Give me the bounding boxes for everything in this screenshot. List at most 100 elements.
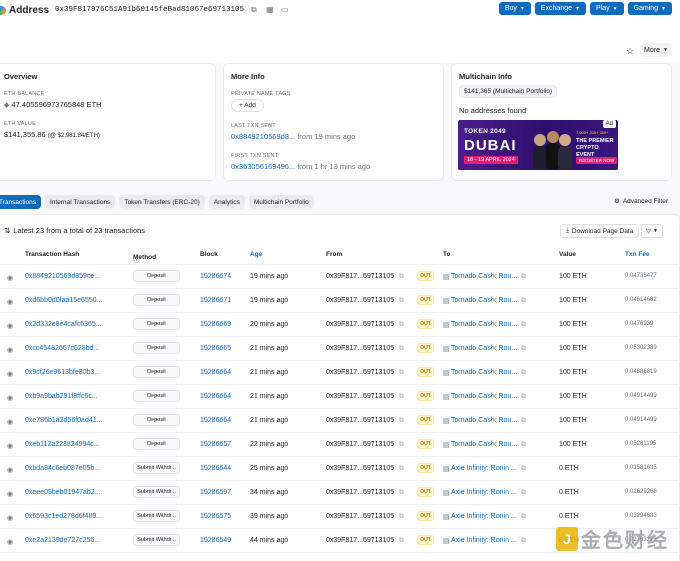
copy-icon[interactable]: ⧉ [521,297,526,305]
txn-hash-link[interactable]: 0xeb112a223824994c... [25,441,100,448]
copy-icon[interactable]: ⧉ [399,489,404,497]
first-txn-hash-link[interactable]: 0x363056169496... [231,162,295,171]
tab-transactions[interactable]: Transactions [0,195,41,209]
from-address[interactable]: 0x39F817...69713105 [326,417,394,424]
play-button[interactable]: Play ▼ [589,2,624,15]
multichain-portfolio-badge[interactable]: $141,365 (Multichain Portfolio) [459,85,558,98]
exchange-button[interactable]: Exchange ▼ [534,2,586,15]
copy-icon[interactable]: ⧉ [399,513,404,521]
eye-icon[interactable]: ◉ [7,346,13,354]
copy-icon[interactable]: ⧉ [521,537,526,545]
block-link[interactable]: 19286674 [200,273,231,280]
eye-icon[interactable]: ◉ [7,298,13,306]
txn-hash-link[interactable]: 0xd6bb0d0faa15e6550... [25,297,102,304]
copy-icon[interactable]: ⧉ [399,345,404,353]
block-link[interactable]: 19286664 [200,369,231,376]
copy-icon[interactable]: ⧉ [399,441,404,449]
to-address-link[interactable]: Tornado.Cash: Rou... [451,369,517,376]
copy-icon[interactable]: ⧉ [521,393,526,401]
copy-icon[interactable]: ⧉ [521,273,526,281]
eye-icon[interactable]: ◉ [7,442,13,450]
to-address-link[interactable]: Axie Infinity: Ronin ... [451,465,517,472]
copy-icon[interactable]: ⧉ [399,537,404,545]
copy-icon[interactable]: ⧉ [251,6,259,14]
block-link[interactable]: 19286597 [200,489,231,496]
copy-icon[interactable]: ⧉ [399,369,404,377]
txn-hash-link[interactable]: 0x6593c1ed278d6f489... [25,513,102,520]
block-link[interactable]: 19286549 [200,537,231,544]
buy-button[interactable]: Buy ▼ [498,2,531,15]
to-address-link[interactable]: Tornado.Cash: Rou... [451,273,517,280]
copy-icon[interactable]: ⧉ [399,321,404,329]
block-link[interactable]: 19286665 [200,345,231,352]
register-now-button[interactable]: REGISTER NOW [576,157,618,164]
from-address[interactable]: 0x39F817...69713105 [326,465,394,472]
eye-icon[interactable]: ◉ [7,274,13,282]
token2049-ad-banner[interactable]: Ad TOKEN 2049 DUBAI 18 - 19 APRIL 2024 7… [458,120,618,170]
advanced-filter-button[interactable]: ⚙ Advanced Filter [614,197,668,206]
from-address[interactable]: 0x39F817...69713105 [326,273,394,280]
eye-icon[interactable]: ◉ [7,370,13,378]
star-icon[interactable]: ☆ [626,46,634,57]
copy-icon[interactable]: ⧉ [399,465,404,473]
txn-hash-link[interactable]: 0x8849210569d859ce... [25,273,100,280]
to-address-link[interactable]: Tornado.Cash: Rou... [451,441,517,448]
eye-icon[interactable]: ◉ [7,322,13,330]
tab-internal-transactions[interactable]: Internal Transactions [44,195,116,209]
eye-icon[interactable]: ◉ [7,418,13,426]
block-link[interactable]: 19286669 [200,321,231,328]
table-filter-button[interactable]: ▽ ▼ [641,224,663,238]
eye-icon[interactable]: ◉ [7,394,13,402]
txn-hash-link[interactable]: 0xb9a9bab291f8ffc6c... [25,393,98,400]
copy-icon[interactable]: ⧉ [399,393,404,401]
download-page-data-button[interactable]: ⤓ Download Page Data [560,224,640,238]
txn-hash-link[interactable]: 0xeee05beb01947ab2... [25,489,101,496]
to-address-link[interactable]: Tornado.Cash: Rou... [451,417,517,424]
to-address-link[interactable]: Tornado.Cash: Rou... [451,393,517,400]
block-link[interactable]: 19286657 [200,441,231,448]
copy-icon[interactable]: ⧉ [521,513,526,521]
txn-hash-link[interactable]: 0x9cf26e9613bfe80b3... [25,369,100,376]
from-address[interactable]: 0x39F817...69713105 [326,297,394,304]
tab-token-transfers[interactable]: Token Transfers (ERC-20) [119,195,205,209]
col-txn-fee[interactable]: Txn Fee [625,251,650,258]
gaming-button[interactable]: Gaming ▼ [627,2,672,15]
copy-icon[interactable]: ⧉ [521,441,526,449]
tab-analytics[interactable]: Analytics [208,195,245,209]
txn-hash-link[interactable]: 0xcc45482667c628bd... [25,345,99,352]
copy-icon[interactable]: ⧉ [521,417,526,425]
txn-hash-link[interactable]: 0x2d332e8e4cafc6365... [25,321,102,328]
block-link[interactable]: 19286575 [200,513,231,520]
from-address[interactable]: 0x39F817...69713105 [326,489,394,496]
copy-icon[interactable]: ⧉ [399,273,404,281]
from-address[interactable]: 0x39F817...69713105 [326,537,394,544]
from-address[interactable]: 0x39F817...69713105 [326,369,394,376]
eye-icon[interactable]: ◉ [7,538,13,546]
more-button[interactable]: More ▼ [640,43,672,57]
comment-icon[interactable]: ▭ [281,6,289,14]
from-address[interactable]: 0x39F817...69713105 [326,393,394,400]
eye-icon[interactable]: ◉ [7,490,13,498]
from-address[interactable]: 0x39F817...69713105 [326,321,394,328]
txn-hash-link[interactable]: 0xbda84c6eb087e05b... [25,465,100,472]
copy-icon[interactable]: ⧉ [521,321,526,329]
to-address-link[interactable]: Axie Infinity: Ronin ... [451,489,517,496]
from-address[interactable]: 0x39F817...69713105 [326,513,394,520]
to-address-link[interactable]: Axie Infinity: Ronin ... [451,537,517,544]
to-address-link[interactable]: Tornado.Cash: Rou... [451,321,517,328]
col-age[interactable]: Age [250,251,262,258]
copy-icon[interactable]: ⧉ [521,465,526,473]
block-link[interactable]: 19286671 [200,297,231,304]
copy-icon[interactable]: ⧉ [399,417,404,425]
to-address-link[interactable]: Axie Infinity: Ronin ... [451,513,517,520]
copy-icon[interactable]: ⧉ [521,489,526,497]
tab-multichain-portfolio[interactable]: Multichain Portfolio [248,195,314,209]
add-tag-button[interactable]: + Add [231,99,264,112]
txn-hash-link[interactable]: 0xe786b1a2d56f0ad41... [25,417,102,424]
block-link[interactable]: 19286644 [200,465,231,472]
to-address-link[interactable]: Tornado.Cash: Rou... [451,297,517,304]
block-link[interactable]: 19286664 [200,417,231,424]
from-address[interactable]: 0x39F817...69713105 [326,345,394,352]
from-address[interactable]: 0x39F817...69713105 [326,441,394,448]
copy-icon[interactable]: ⧉ [399,297,404,305]
